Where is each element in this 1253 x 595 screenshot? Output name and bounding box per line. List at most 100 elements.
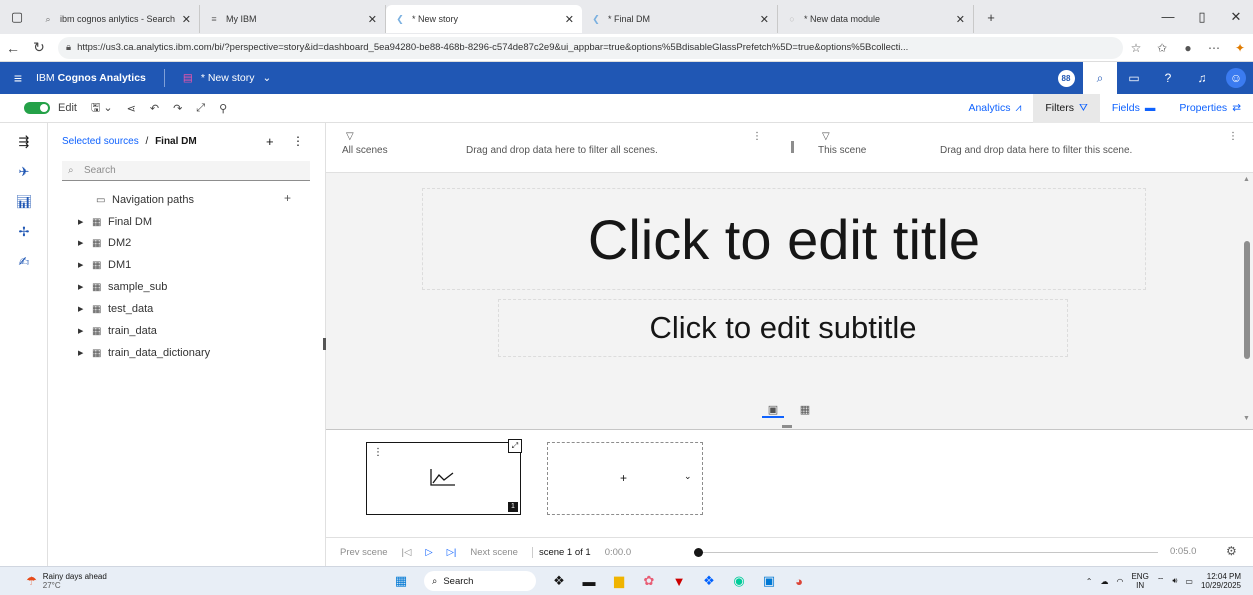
task-view-icon[interactable]: ▬ (574, 574, 604, 589)
prev-scene-button[interactable]: Prev scene (340, 547, 388, 558)
filter-divider[interactable] (791, 141, 794, 153)
expand-icon[interactable]: ⤢ (508, 439, 522, 453)
save-icon[interactable]: 🖫︎ ⌄ (91, 99, 113, 118)
copilot-icon[interactable]: ✦ (1227, 41, 1253, 55)
tree-item[interactable]: ▶ ▦ train_data (78, 322, 157, 340)
next-scene-button[interactable]: Next scene (470, 547, 518, 558)
assistant-icon[interactable]: ✍ (0, 247, 48, 277)
fullscreen-icon[interactable]: ⤢ (196, 102, 205, 115)
tree-item[interactable]: ▶ ▦ DM1 (78, 256, 131, 274)
play-icon[interactable]: ▷ (425, 547, 432, 558)
more-icon[interactable]: ⋮ (752, 131, 762, 142)
tree-item[interactable]: ▶ ▦ sample_sub (78, 278, 167, 296)
tree-item[interactable]: ▶ ▦ DM2 (78, 234, 131, 252)
single-view-icon[interactable]: ▣ (762, 403, 784, 418)
close-icon[interactable]: ✕ (565, 13, 574, 26)
close-window-button[interactable]: ✕ (1219, 9, 1253, 25)
skip-forward-icon[interactable]: ▷| (447, 547, 457, 558)
more-icon[interactable]: ⋮ (1228, 131, 1238, 142)
edge-icon[interactable]: ◉ (724, 573, 754, 589)
scrollbar-thumb[interactable] (1244, 241, 1250, 359)
grid-view-icon[interactable]: ▦ (794, 403, 816, 418)
more-menu-icon[interactable]: ⋯ (1201, 41, 1227, 55)
new-tab-button[interactable]: + (974, 10, 1008, 25)
wifi-icon[interactable]: ⌔ (1157, 576, 1165, 586)
widgets-icon[interactable]: ✢ (0, 217, 48, 247)
favorites-icon[interactable]: ✩ (1149, 41, 1175, 55)
language-indicator[interactable]: ENG IN (1131, 572, 1148, 590)
hamburger-menu-icon[interactable]: ≡ (0, 70, 36, 86)
back-button[interactable]: ← (0, 40, 26, 56)
browser-tab-data-module[interactable]: ○ * New data module ✕ (778, 5, 974, 33)
taskbar-search[interactable]: ⌕ Search (424, 571, 536, 591)
reload-button[interactable]: ↻ (26, 39, 52, 56)
dropbox-icon[interactable]: ❖ (694, 573, 724, 589)
tree-item[interactable]: ▶ ▦ Final DM (78, 213, 152, 231)
timeline-handle[interactable] (694, 548, 703, 557)
analytics-tab[interactable]: Analytics ⩘ (956, 94, 1033, 123)
store-icon[interactable]: ▣ (754, 573, 784, 589)
more-icon[interactable]: ⋮ (373, 447, 383, 458)
tab-actions-icon[interactable]: ▢ (0, 9, 34, 25)
story-subtitle[interactable]: Click to edit subtitle (498, 299, 1068, 357)
breadcrumb-link[interactable]: Selected sources (62, 136, 139, 147)
tree-item[interactable]: ▶ ▦ test_data (78, 300, 153, 318)
settings-icon[interactable]: ⚙ (1226, 544, 1237, 558)
tree-item[interactable]: ▶ ▦ train_data_dictionary (78, 344, 210, 362)
properties-tab[interactable]: Properties ⇄ (1167, 94, 1253, 123)
chevron-down-icon[interactable]: ⌄ (684, 471, 692, 482)
url-field[interactable]: 🔒︎ https://us3.ca.analytics.ibm.com/bi/?… (58, 36, 1123, 59)
filters-tab[interactable]: Filters ⛛ (1033, 93, 1100, 123)
visualizations-icon[interactable]: 📊︎ (0, 187, 48, 217)
browser-tab-myibm[interactable]: ≡ My IBM ✕ (200, 5, 386, 33)
battery-icon[interactable]: ▭ (1185, 577, 1193, 586)
mcafee-icon[interactable]: ▼ (664, 574, 694, 589)
photos-icon[interactable]: ✿ (634, 573, 664, 589)
close-icon[interactable]: ✕ (760, 13, 769, 26)
search-icon[interactable]: ⌕ (1083, 62, 1117, 94)
add-icon[interactable]: + (620, 471, 627, 485)
widgets-app-icon[interactable]: ❖ (544, 573, 574, 589)
skip-back-icon[interactable]: |◁ (402, 547, 412, 558)
cloud-icon[interactable]: ☁ (1100, 577, 1108, 586)
notification-badge[interactable]: 88 (1049, 62, 1083, 94)
add-scene-slot[interactable]: + ⌄ (547, 442, 703, 515)
favorite-star-icon[interactable]: ☆ (1123, 41, 1149, 55)
add-source-icon[interactable]: + (266, 134, 274, 149)
chrome-icon[interactable]: ◕ (784, 574, 814, 589)
canvas-scrollbar[interactable]: ▲ ▼ (1241, 173, 1253, 429)
scroll-up-icon[interactable]: ▲ (1243, 176, 1250, 183)
source-search-input[interactable]: ⌕ Search (62, 161, 310, 181)
windows-start-icon[interactable]: ▦ (386, 573, 416, 589)
story-title[interactable]: Click to edit title (422, 188, 1146, 290)
pin-icon[interactable]: ✈ (0, 157, 48, 187)
close-icon[interactable]: ✕ (368, 13, 377, 26)
onedrive-icon[interactable]: ◠ (1116, 577, 1123, 586)
minimize-button[interactable]: — (1151, 9, 1185, 25)
pin-icon[interactable]: ⚲ (219, 102, 227, 115)
this-scene-filter-drop[interactable]: ▽ This scene Drag and drop data here to … (802, 123, 1253, 173)
close-icon[interactable]: ✕ (956, 13, 965, 26)
help-icon[interactable]: ? (1151, 62, 1185, 94)
clock[interactable]: 12:04 PM 10/29/2025 (1201, 572, 1241, 590)
navigation-paths-item[interactable]: ▭ Navigation paths (96, 191, 194, 209)
edit-toggle[interactable] (24, 102, 50, 114)
close-icon[interactable]: ✕ (182, 13, 191, 26)
add-nav-path-icon[interactable]: + (284, 191, 291, 205)
browser-tab-new-story[interactable]: ❮ * New story ✕ (386, 5, 582, 33)
share-icon[interactable]: ⋖ (127, 102, 136, 115)
panel-resize-handle[interactable] (782, 425, 792, 428)
restore-button[interactable]: ▯ (1185, 9, 1219, 25)
data-sources-icon[interactable]: ⇶ (0, 127, 48, 157)
browser-tab-search[interactable]: ⌕ ibm cognos anlytics - Search ✕ (34, 5, 200, 33)
timeline-slider[interactable] (694, 548, 1158, 557)
browser-tab-final-dm[interactable]: ❮ * Final DM ✕ (582, 5, 778, 33)
file-explorer-icon[interactable]: ▆ (604, 573, 634, 589)
story-name-menu[interactable]: ▤ * New story ⌄ (183, 72, 271, 84)
scene-thumbnail[interactable]: ⋮ 1 ⤢ (366, 439, 522, 515)
notifications-bell-icon[interactable]: ♫ (1185, 62, 1219, 94)
scroll-down-icon[interactable]: ▼ (1243, 415, 1250, 422)
fields-tab[interactable]: Fields ▬ (1100, 94, 1168, 123)
chat-icon[interactable]: ▭ (1117, 62, 1151, 94)
undo-icon[interactable]: ↶ (150, 102, 159, 115)
